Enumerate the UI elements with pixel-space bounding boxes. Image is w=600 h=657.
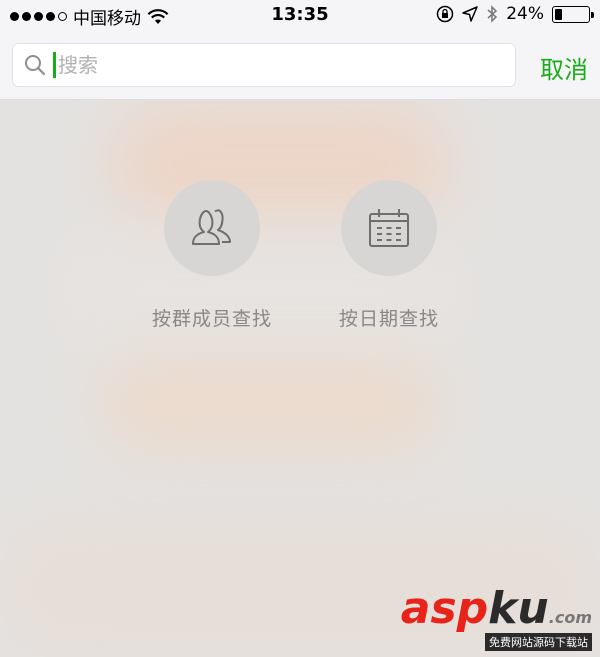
status-bar: 中国移动 13:35 24% xyxy=(0,0,600,30)
bluetooth-icon xyxy=(487,5,498,23)
date-button[interactable] xyxy=(341,180,437,276)
search-by-date[interactable]: 按日期查找 xyxy=(309,180,469,331)
status-right: 24% xyxy=(436,4,594,24)
location-arrow-icon xyxy=(462,6,478,22)
search-input[interactable] xyxy=(58,53,458,77)
battery-percent: 24% xyxy=(506,4,544,24)
blurred-shape xyxy=(100,360,440,450)
search-by-group-member[interactable]: 按群成员查找 xyxy=(132,180,292,331)
search-icon xyxy=(25,55,46,76)
cancel-button[interactable]: 取消 xyxy=(540,50,588,85)
calendar-icon xyxy=(369,209,409,247)
search-box[interactable] xyxy=(12,43,516,87)
battery-icon xyxy=(552,5,594,23)
group-members-button[interactable] xyxy=(164,180,260,276)
search-by-member-label: 按群成员查找 xyxy=(151,308,272,330)
text-cursor xyxy=(53,52,56,78)
watermark-logo-part: ku xyxy=(488,583,549,634)
watermark-text: aspku.com xyxy=(401,587,592,631)
watermark-logo-part: .com xyxy=(548,608,592,627)
battery-level xyxy=(555,8,562,20)
search-by-date-label: 按日期查找 xyxy=(338,308,439,330)
watermark-logo-part: asp xyxy=(400,583,489,634)
group-members-icon xyxy=(192,209,231,245)
watermark-subtitle: 免费网站源码下载站 xyxy=(485,633,592,651)
search-header: 取消 xyxy=(0,30,600,100)
orientation-lock-icon xyxy=(436,5,454,23)
watermark-logo: aspku.com 免费网站源码下载站 xyxy=(401,587,592,651)
